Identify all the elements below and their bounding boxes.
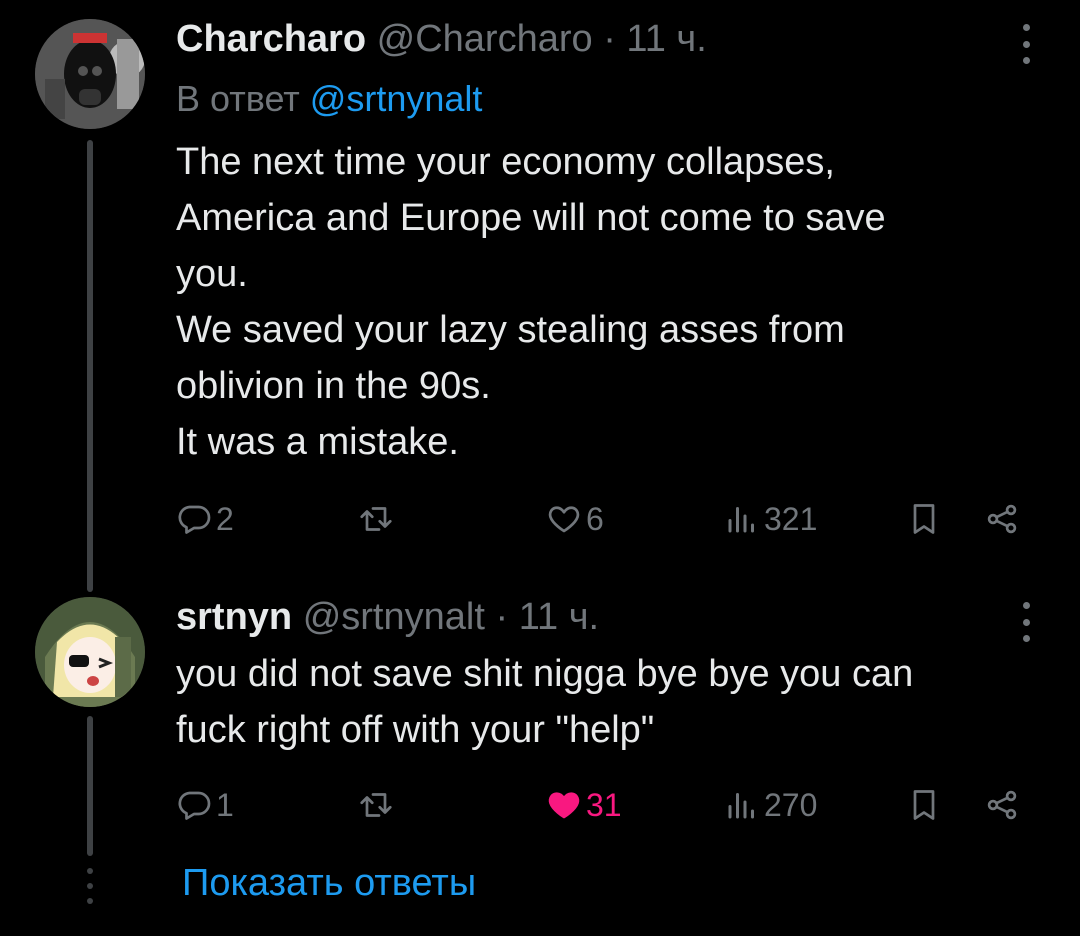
tweet-header: srtnyn @srtnynalt · 11 ч. bbox=[176, 596, 599, 639]
like-count: 6 bbox=[586, 500, 604, 537]
bookmark-icon bbox=[913, 504, 935, 534]
tweet-line: It was a mistake. bbox=[176, 421, 459, 463]
tweet-line: We saved your lazy stealing asses from bbox=[176, 309, 845, 351]
bookmark-icon bbox=[913, 790, 935, 820]
author-handle[interactable]: @srtnynalt bbox=[303, 596, 485, 638]
like-button[interactable]: 31 bbox=[546, 780, 622, 830]
reply-count: 1 bbox=[216, 786, 234, 823]
bookmark-button[interactable] bbox=[906, 494, 942, 544]
timestamp[interactable]: 11 ч. bbox=[626, 18, 706, 60]
reply-button[interactable]: 2 bbox=[176, 494, 234, 544]
share-button[interactable] bbox=[984, 494, 1020, 544]
share-icon bbox=[987, 504, 1017, 534]
reply-prefix: В ответ bbox=[176, 78, 300, 119]
reply-button[interactable]: 1 bbox=[176, 780, 234, 830]
reply-context: В ответ @srtnynalt bbox=[176, 78, 482, 120]
tweet-line: fuck right off with your "help" bbox=[176, 709, 655, 751]
reply-icon bbox=[178, 505, 211, 534]
views-button[interactable]: 270 bbox=[724, 780, 817, 830]
bookmark-button[interactable] bbox=[906, 780, 942, 830]
tweet-line: you. bbox=[176, 253, 248, 295]
avatar-srtnyn[interactable] bbox=[35, 597, 145, 707]
author-name[interactable]: srtnyn bbox=[176, 596, 292, 638]
separator: · bbox=[603, 18, 616, 60]
like-count: 31 bbox=[586, 786, 622, 823]
share-button[interactable] bbox=[984, 780, 1020, 830]
tweet-actions: 2 6 321 bbox=[176, 494, 1036, 544]
tweet-line: oblivion in the 90s. bbox=[176, 365, 491, 407]
views-icon bbox=[728, 507, 754, 533]
tweet-header: Charcharo @Charcharo · 11 ч. bbox=[176, 18, 707, 61]
views-icon bbox=[728, 793, 754, 819]
thread-line bbox=[87, 140, 93, 592]
tweet-text: you did not save shit nigga bye bye you … bbox=[176, 646, 1036, 758]
show-replies-link[interactable]: Показать ответы bbox=[182, 862, 476, 905]
views-count: 270 bbox=[764, 786, 818, 823]
more-icon[interactable] bbox=[1020, 602, 1032, 642]
timestamp[interactable]: 11 ч. bbox=[519, 596, 599, 638]
retweet-button[interactable] bbox=[358, 780, 394, 830]
separator: · bbox=[495, 596, 509, 638]
author-handle[interactable]: @Charcharo bbox=[377, 18, 593, 60]
tweet-line: America and Europe will not come to save bbox=[176, 197, 886, 239]
like-icon bbox=[548, 792, 580, 819]
tweet-actions: 1 31 270 bbox=[176, 780, 1036, 830]
tweet-line: you did not save shit nigga bye bye you … bbox=[176, 653, 914, 695]
reply-mention-link[interactable]: @srtnynalt bbox=[310, 78, 483, 119]
avatar-charcharo[interactable] bbox=[35, 19, 145, 129]
reply-count: 2 bbox=[216, 500, 234, 537]
author-name[interactable]: Charcharo bbox=[176, 18, 366, 60]
more-icon[interactable] bbox=[1020, 24, 1032, 64]
share-icon bbox=[987, 790, 1017, 820]
like-icon bbox=[548, 506, 580, 533]
thread-line bbox=[87, 716, 93, 856]
tweet-line: The next time your economy collapses, bbox=[176, 141, 835, 183]
retweet-icon bbox=[360, 793, 392, 817]
retweet-icon bbox=[360, 507, 392, 531]
retweet-button[interactable] bbox=[358, 494, 394, 544]
tweet-text: The next time your economy collapses, Am… bbox=[176, 134, 1036, 470]
views-button[interactable]: 321 bbox=[724, 494, 817, 544]
like-button[interactable]: 6 bbox=[546, 494, 604, 544]
views-count: 321 bbox=[764, 500, 818, 537]
thread-gap-indicator bbox=[86, 868, 94, 904]
reply-icon bbox=[178, 791, 211, 820]
